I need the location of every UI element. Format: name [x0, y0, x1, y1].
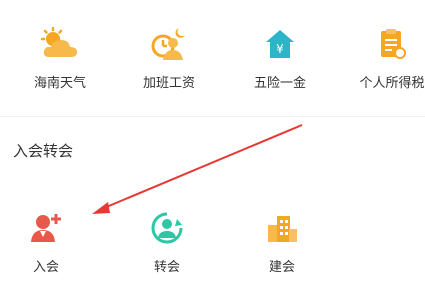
build-union-icon — [260, 206, 304, 250]
weather-label: 海南天气 — [33, 76, 86, 91]
insurance-house-icon: ¥ — [258, 22, 302, 66]
build-union-item[interactable]: 建会 — [252, 206, 312, 275]
insurance-item[interactable]: ¥ 五险一金 — [240, 22, 320, 91]
app-screen: { "top_services": [ {"label": "海南天气", "i… — [0, 0, 425, 284]
overtime-pay-icon — [147, 22, 191, 66]
join-member-label: 入会 — [32, 260, 59, 275]
weather-service-item[interactable]: 海南天气 — [21, 22, 99, 91]
insurance-label: 五险一金 — [253, 76, 306, 91]
join-member-item[interactable]: 入会 — [16, 206, 76, 275]
overtime-pay-label: 加班工资 — [142, 76, 195, 91]
build-union-label: 建会 — [268, 260, 295, 275]
income-tax-label: 个人所得税 — [359, 76, 425, 91]
transfer-member-item[interactable]: 转会 — [137, 206, 197, 275]
income-tax-item[interactable]: 个人所得税 — [352, 22, 425, 91]
divider — [0, 116, 425, 117]
transfer-member-icon — [145, 206, 189, 250]
join-member-icon — [24, 206, 68, 250]
svg-text:¥: ¥ — [276, 42, 284, 56]
section-title: 入会转会 — [13, 142, 74, 160]
weather-icon — [38, 22, 82, 66]
tax-document-icon — [370, 22, 414, 66]
overtime-pay-item[interactable]: 加班工资 — [125, 22, 213, 91]
transfer-member-label: 转会 — [153, 260, 180, 275]
